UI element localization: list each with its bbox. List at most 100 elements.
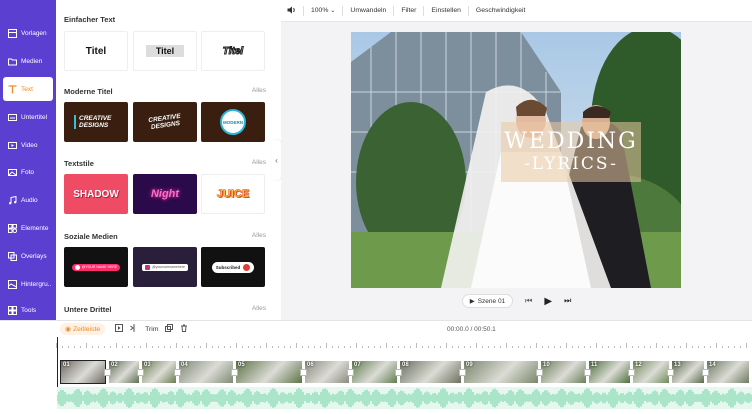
delete-icon[interactable] bbox=[180, 324, 188, 334]
tile-label: Titel bbox=[85, 45, 107, 57]
scene-selector[interactable]: ▶ Szene 01 bbox=[461, 294, 514, 308]
text-tile-social-3[interactable]: Subscribed bbox=[201, 247, 265, 287]
clip-number: 04 bbox=[181, 362, 188, 368]
text-tile-style-shadow[interactable]: SHADOW bbox=[64, 174, 128, 214]
skip-back-icon[interactable]: ⏮ bbox=[525, 296, 532, 306]
zoom-dropdown[interactable]: 100% ⌄ bbox=[311, 7, 335, 14]
transition-icon[interactable] bbox=[584, 369, 591, 376]
timeline-clip[interactable]: 07 bbox=[351, 360, 398, 384]
timeline-clip[interactable]: 06 bbox=[304, 360, 350, 384]
split-icon[interactable] bbox=[130, 324, 138, 334]
transition-icon[interactable] bbox=[536, 369, 543, 376]
timeline-clip[interactable]: 05 bbox=[235, 360, 303, 384]
timeline-clip[interactable]: 09 bbox=[463, 360, 539, 384]
timeline-clip[interactable]: 02 bbox=[108, 360, 140, 384]
text-tile-simple-3[interactable]: Titel bbox=[201, 31, 265, 71]
duplicate-icon[interactable] bbox=[165, 324, 174, 334]
title-overlay[interactable]: WEDDING -LYRICS- bbox=[501, 122, 641, 182]
transition-icon[interactable] bbox=[628, 369, 635, 376]
section-title-modern: Moderne Titel bbox=[64, 87, 113, 96]
text-tile-simple-2[interactable]: Titel bbox=[133, 31, 197, 71]
transition-icon[interactable] bbox=[702, 369, 709, 376]
tile-label: SHADOW bbox=[73, 188, 119, 200]
adjust-button[interactable]: Einstellen bbox=[431, 7, 460, 14]
sidebar-item-text[interactable]: Text bbox=[3, 77, 53, 101]
sidebar-item-elemente[interactable]: Elemente bbox=[3, 216, 53, 240]
timeline-clip[interactable]: 04 bbox=[178, 360, 234, 384]
text-tile-social-1[interactable]: @YOUR NAME HERE bbox=[64, 247, 128, 287]
sidebar-item-untertitel[interactable]: Untertitel bbox=[3, 105, 53, 129]
transition-icon[interactable] bbox=[667, 369, 674, 376]
social-bar: Subscribed bbox=[211, 261, 255, 273]
transition-icon[interactable] bbox=[395, 369, 402, 376]
sidebar-item-hintergrund[interactable]: Hintergru.. bbox=[3, 272, 53, 296]
transition-icon[interactable] bbox=[347, 369, 354, 376]
sidebar-item-label: Tools bbox=[21, 306, 37, 314]
clip-number: 05 bbox=[238, 362, 245, 368]
sidebar-item-label: Medien bbox=[21, 57, 43, 65]
sidebar-item-label: Elemente bbox=[21, 224, 49, 232]
play-icon[interactable]: ▶ bbox=[544, 296, 552, 307]
tile-label: MODERN bbox=[223, 119, 243, 125]
clip-number: 06 bbox=[307, 362, 314, 368]
sidebar-item-medien[interactable]: Medien bbox=[3, 49, 53, 73]
see-all-link-social[interactable]: Alles bbox=[252, 232, 266, 239]
skip-forward-icon[interactable]: ⏭ bbox=[564, 296, 571, 306]
add-clip-icon[interactable] bbox=[115, 324, 124, 334]
clip-number: 02 bbox=[111, 362, 118, 368]
text-tile-modern-1[interactable]: CREATIVE DESIGNS bbox=[64, 102, 128, 142]
sidebar-item-overlays[interactable]: Overlays bbox=[3, 244, 53, 268]
photo-icon bbox=[7, 167, 17, 177]
text-tile-modern-3[interactable]: MODERN bbox=[201, 102, 265, 142]
convert-button[interactable]: Umwandeln bbox=[350, 7, 386, 14]
text-tile-simple-1[interactable]: Titel bbox=[64, 31, 128, 71]
transition-icon[interactable] bbox=[104, 369, 111, 376]
timeline-toggle[interactable]: ◉ Zeitleiste bbox=[60, 323, 106, 335]
folder-icon bbox=[7, 56, 17, 66]
filter-button[interactable]: Filter bbox=[401, 7, 416, 14]
speed-button[interactable]: Geschwindigkeit bbox=[476, 7, 526, 14]
see-all-link-modern[interactable]: Alles bbox=[252, 87, 266, 94]
divider bbox=[393, 5, 395, 16]
trim-button[interactable]: Trim bbox=[145, 326, 158, 333]
timeline-clip[interactable]: 14 bbox=[706, 360, 750, 384]
see-all-link-styles[interactable]: Alles bbox=[252, 159, 266, 166]
transition-icon[interactable] bbox=[137, 369, 144, 376]
video-icon bbox=[7, 140, 17, 150]
clip-number: 03 bbox=[144, 362, 151, 368]
sidebar-item-audio[interactable]: Audio bbox=[3, 188, 53, 212]
volume-icon[interactable] bbox=[287, 6, 296, 16]
sidebar-item-video[interactable]: Video bbox=[3, 133, 53, 157]
sidebar-item-label: Untertitel bbox=[21, 113, 48, 121]
timeline-clip[interactable]: 03 bbox=[141, 360, 177, 384]
timeline-clip[interactable]: 13 bbox=[671, 360, 705, 384]
timeline-clip[interactable]: 10 bbox=[540, 360, 587, 384]
sidebar-item-foto[interactable]: Foto bbox=[3, 160, 53, 184]
sidebar-item-tools[interactable]: Tools bbox=[3, 298, 53, 322]
sidebar-item-label: Video bbox=[21, 141, 38, 149]
timeline-clip[interactable]: 12 bbox=[632, 360, 670, 384]
transition-icon[interactable] bbox=[174, 369, 181, 376]
transition-icon[interactable] bbox=[231, 369, 238, 376]
time-display: 00:00.0 / 00:50.1 bbox=[447, 325, 496, 333]
audio-track[interactable] bbox=[57, 387, 752, 409]
transition-icon[interactable] bbox=[459, 369, 466, 376]
timeline-clip[interactable]: 08 bbox=[399, 360, 462, 384]
transition-icon[interactable] bbox=[300, 369, 307, 376]
timeline-clip[interactable]: 01 bbox=[60, 360, 106, 384]
collapse-panel-button[interactable]: ‹ bbox=[272, 140, 281, 180]
clip-number: 11 bbox=[591, 362, 598, 368]
sidebar-item-vorlagen[interactable]: Vorlagen bbox=[3, 21, 53, 45]
video-preview[interactable]: WEDDING -LYRICS- bbox=[351, 32, 681, 288]
music-icon bbox=[7, 195, 17, 205]
text-tile-style-juice[interactable]: JUICE bbox=[201, 174, 265, 214]
see-all-link-lower-thirds[interactable]: Alles bbox=[252, 305, 266, 312]
section-title-simple: Einfacher Text bbox=[64, 15, 116, 24]
text-tile-social-2[interactable]: @yourusernamehere bbox=[133, 247, 197, 287]
timeline-clip[interactable]: 11 bbox=[588, 360, 631, 384]
playback-bar: ▶ Szene 01 ⏮ ▶ ⏭ bbox=[281, 290, 752, 312]
text-icon bbox=[7, 84, 17, 94]
text-tile-style-night[interactable]: Night bbox=[133, 174, 197, 214]
waveform bbox=[57, 388, 752, 408]
text-tile-modern-2[interactable]: CREATIVE DESIGNS bbox=[133, 102, 197, 142]
